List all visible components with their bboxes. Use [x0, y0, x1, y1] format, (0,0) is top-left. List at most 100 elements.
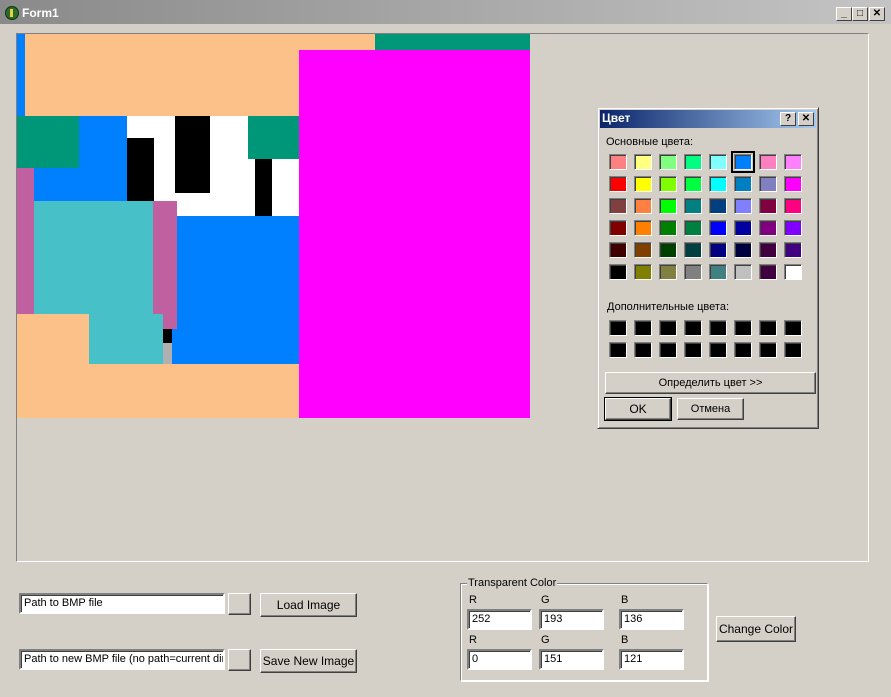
- g-input-2[interactable]: 151: [539, 649, 604, 670]
- b-input-2[interactable]: 121: [619, 649, 684, 670]
- basic-color-swatch[interactable]: [659, 176, 677, 192]
- basic-color-swatch[interactable]: [659, 154, 677, 170]
- custom-color-swatch[interactable]: [784, 320, 802, 336]
- custom-color-swatch[interactable]: [734, 320, 752, 336]
- basic-color-swatch[interactable]: [684, 264, 702, 280]
- basic-color-swatch[interactable]: [709, 264, 727, 280]
- basic-color-swatch[interactable]: [659, 220, 677, 236]
- change-color-button[interactable]: Change Color: [716, 616, 796, 642]
- bmp-path-input[interactable]: Path to BMP file: [19, 593, 225, 614]
- basic-color-swatch[interactable]: [784, 176, 802, 192]
- basic-color-swatch[interactable]: [609, 242, 627, 258]
- basic-color-swatch[interactable]: [759, 242, 777, 258]
- r-input-1[interactable]: 252: [467, 609, 532, 630]
- help-button[interactable]: ?: [780, 112, 796, 126]
- g-label-1: G: [541, 594, 550, 606]
- title-bar[interactable]: [0, 0, 891, 24]
- basic-color-swatch[interactable]: [684, 220, 702, 236]
- custom-color-swatch[interactable]: [759, 320, 777, 336]
- custom-color-swatch[interactable]: [609, 320, 627, 336]
- basic-color-swatch[interactable]: [634, 176, 652, 192]
- custom-color-swatch[interactable]: [759, 342, 777, 358]
- basic-color-swatch[interactable]: [634, 220, 652, 236]
- custom-color-swatch[interactable]: [709, 320, 727, 336]
- basic-color-swatch[interactable]: [709, 176, 727, 192]
- close-button[interactable]: ✕: [869, 7, 885, 21]
- custom-color-swatch[interactable]: [634, 320, 652, 336]
- custom-color-swatch[interactable]: [684, 342, 702, 358]
- b-input-1[interactable]: 136: [619, 609, 684, 630]
- dialog-title: Цвет: [602, 111, 631, 125]
- r-input-2[interactable]: 0: [467, 649, 532, 670]
- basic-color-swatch[interactable]: [684, 242, 702, 258]
- custom-color-swatch[interactable]: [734, 342, 752, 358]
- image-cyan-low: [89, 314, 163, 364]
- custom-color-swatch[interactable]: [659, 342, 677, 358]
- basic-color-swatch[interactable]: [609, 198, 627, 214]
- b-label-1: B: [621, 594, 629, 606]
- image-pink-mid: [153, 201, 177, 329]
- dialog-close-button[interactable]: ✕: [798, 112, 814, 126]
- custom-color-swatch[interactable]: [659, 320, 677, 336]
- basic-color-swatch[interactable]: [684, 176, 702, 192]
- browse-button[interactable]: [228, 593, 251, 615]
- image-blue-strip: [17, 34, 25, 116]
- basic-color-swatch[interactable]: [609, 154, 627, 170]
- image-black-1: [127, 138, 154, 201]
- basic-color-swatch[interactable]: [609, 264, 627, 280]
- custom-color-swatch[interactable]: [709, 342, 727, 358]
- basic-color-swatch[interactable]: [734, 176, 752, 192]
- basic-color-swatch[interactable]: [709, 220, 727, 236]
- basic-color-swatch[interactable]: [734, 220, 752, 236]
- basic-color-swatch[interactable]: [634, 242, 652, 258]
- custom-color-swatch[interactable]: [609, 342, 627, 358]
- custom-color-swatch[interactable]: [634, 342, 652, 358]
- window-title: Form1: [22, 6, 59, 20]
- maximize-button[interactable]: □: [852, 7, 868, 21]
- load-image-button[interactable]: Load Image: [260, 593, 357, 617]
- basic-color-swatch[interactable]: [734, 264, 752, 280]
- custom-color-swatch[interactable]: [684, 320, 702, 336]
- basic-color-swatch[interactable]: [784, 264, 802, 280]
- basic-color-swatch[interactable]: [734, 198, 752, 214]
- transparent-color-caption: Transparent Color: [467, 577, 558, 589]
- basic-color-swatch[interactable]: [609, 176, 627, 192]
- basic-color-swatch[interactable]: [709, 154, 727, 170]
- custom-color-swatch[interactable]: [784, 342, 802, 358]
- new-bmp-path-input[interactable]: Path to new BMP file (no path=current di…: [19, 649, 225, 670]
- define-color-button[interactable]: Определить цвет >>: [605, 372, 816, 394]
- basic-color-swatch[interactable]: [759, 198, 777, 214]
- basic-color-swatch[interactable]: [709, 198, 727, 214]
- basic-color-swatch[interactable]: [684, 154, 702, 170]
- basic-color-swatch[interactable]: [784, 198, 802, 214]
- cancel-button[interactable]: Отмена: [677, 398, 744, 420]
- basic-color-swatch[interactable]: [659, 264, 677, 280]
- basic-color-swatch[interactable]: [731, 151, 755, 173]
- basic-color-swatch[interactable]: [659, 242, 677, 258]
- g-input-1[interactable]: 193: [539, 609, 604, 630]
- basic-color-swatch[interactable]: [759, 264, 777, 280]
- image-magenta: [299, 50, 530, 418]
- app-icon: [5, 6, 19, 20]
- basic-color-swatch[interactable]: [634, 264, 652, 280]
- basic-color-swatch[interactable]: [759, 220, 777, 236]
- basic-color-swatch[interactable]: [634, 154, 652, 170]
- basic-color-swatch[interactable]: [784, 220, 802, 236]
- browse-new-button[interactable]: [228, 649, 251, 671]
- basic-color-swatch[interactable]: [759, 154, 777, 170]
- basic-color-swatch[interactable]: [659, 198, 677, 214]
- image-peach-top: [17, 34, 299, 116]
- basic-color-swatch[interactable]: [709, 242, 727, 258]
- ok-button[interactable]: OK: [604, 397, 672, 421]
- image-cyan: [34, 201, 153, 314]
- basic-color-swatch[interactable]: [784, 242, 802, 258]
- basic-color-swatch[interactable]: [684, 198, 702, 214]
- minimize-button[interactable]: _: [836, 7, 852, 21]
- basic-color-swatch[interactable]: [759, 176, 777, 192]
- save-new-image-button[interactable]: Save New Image: [260, 649, 357, 673]
- basic-color-swatch[interactable]: [609, 220, 627, 236]
- g-label-2: G: [541, 634, 550, 646]
- basic-color-swatch[interactable]: [634, 198, 652, 214]
- basic-color-swatch[interactable]: [784, 154, 802, 170]
- basic-color-swatch[interactable]: [734, 242, 752, 258]
